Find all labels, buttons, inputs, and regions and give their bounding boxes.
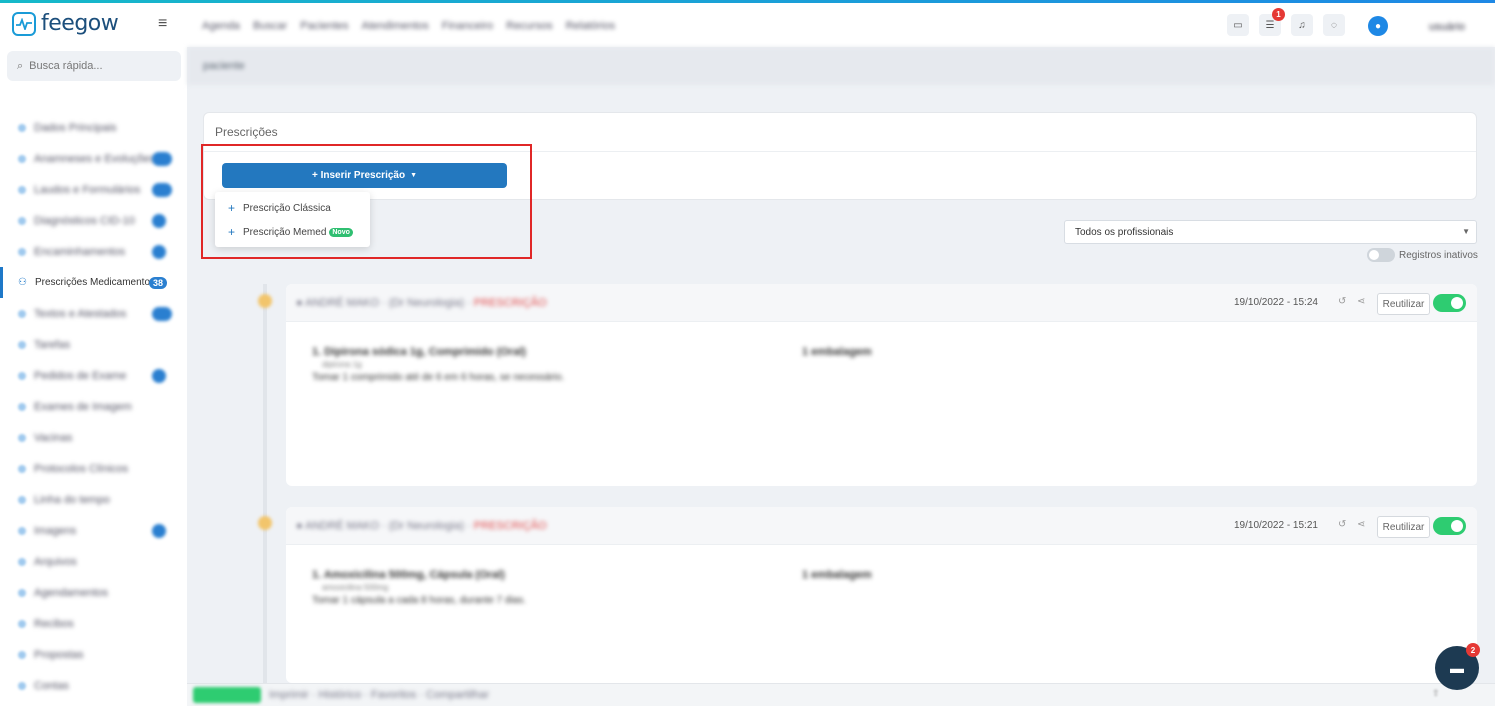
toggle-switch[interactable] [1367,248,1395,262]
hamburger-menu-icon[interactable]: ≡ [158,15,167,33]
sidebar-item[interactable]: Dados Principais [0,112,187,143]
inbox-icon[interactable]: ▭ [1227,14,1249,36]
professional-filter-select[interactable]: Todos os profissionais ▼ [1064,220,1477,244]
sidebar-item[interactable]: Linha do tempo [0,484,187,515]
patient-name[interactable]: paciente [203,60,245,72]
bell-icon[interactable]: ♫ [1291,14,1313,36]
scroll-top-icon[interactable]: ⇧ [1432,688,1440,699]
timeline-marker [258,516,272,530]
record-date: 19/10/2022 - 15:21 [1234,520,1318,531]
highlight-box [201,144,532,259]
share-icon[interactable]: ⋖ [1357,519,1365,530]
nav-item[interactable]: Agenda [202,20,240,32]
sidebar-item[interactable]: Arquivos [0,546,187,577]
pills-icon: ⚇ [18,277,27,288]
chat-unread-badge: 2 [1466,643,1480,657]
chat-bubble-icon: ▬ [1450,660,1464,676]
timeline-line [263,284,267,694]
sidebar-item[interactable]: Protocolos Clínicos [0,453,187,484]
sidebar-item[interactable]: Recibos [0,608,187,639]
card-meta: ● ANDRÉ MAKO · (Dr Neurologia) · PRESCRI… [296,520,547,532]
pulse-logo-icon [12,11,36,36]
tasks-icon[interactable]: ☰ 1 [1259,8,1285,36]
logo-text: feegow [41,11,119,36]
nav-item[interactable]: Financeiro [442,20,493,32]
card-header: ● ANDRÉ MAKO · (Dr Neurologia) · PRESCRI… [286,284,1477,322]
record-date: 19/10/2022 - 15:24 [1234,297,1318,308]
nav-item[interactable]: Atendimentos [362,20,429,32]
card-body: 1. Dipirona sódica 1g, Comprimido (Oral)… [312,346,872,383]
search-icon: ⌕ [17,59,24,72]
user-name[interactable]: usuário [1429,21,1465,33]
active-toggle[interactable] [1433,517,1466,535]
bottom-link[interactable]: Imprimir · Histórico · Favoritos · Compa… [269,689,489,701]
reuse-button[interactable]: Reutilizar [1377,293,1430,315]
nav-item[interactable]: Recursos [506,20,552,32]
sidebar-item[interactable]: Pedidos de Exame [0,360,187,391]
caret-down-icon: ▼ [1462,227,1470,236]
nav-item[interactable]: Buscar [253,20,287,32]
sidebar-item-label: Prescrições Medicamentosas [34,277,163,288]
chat-icon[interactable]: ◌ [1323,14,1345,36]
sidebar-item[interactable]: Agendamentos [0,577,187,608]
prescription-card: ● ANDRÉ MAKO · (Dr Neurologia) · PRESCRI… [286,284,1477,486]
sidebar-item[interactable]: Tarefas [0,329,187,360]
active-toggle[interactable] [1433,294,1466,312]
sidebar-item[interactable]: Exames de Imagem [0,391,187,422]
inactive-records-toggle[interactable]: Registros inativos [1367,248,1478,262]
history-icon[interactable]: ↺ [1338,296,1346,307]
quick-search-input[interactable]: ⌕ Busca rápida... [7,51,181,81]
nav-item[interactable]: Pacientes [300,20,348,32]
share-icon[interactable]: ⋖ [1357,296,1365,307]
sidebar-item[interactable]: Anamneses e Evoluções [0,143,187,174]
chat-widget-button[interactable]: ▬ 2 [1435,643,1480,690]
toggle-label: Registros inativos [1399,249,1478,261]
timeline-marker [258,294,272,308]
sidebar-item[interactable]: Encaminhamentos [0,236,187,267]
sidebar-item[interactable]: Laudos e Formulários [0,174,187,205]
panel-title: Prescrições [215,125,278,139]
sidebar-item[interactable]: Imagens [0,515,187,546]
telemedicine-button[interactable] [193,687,261,703]
search-placeholder: Busca rápida... [29,60,103,72]
notification-badge: 1 [1272,8,1285,21]
sidebar: ⌕ Busca rápida... Dados Principais Anamn… [0,47,187,706]
sidebar-item[interactable]: Textos e Atestados [0,298,187,329]
prescription-card: ● ANDRÉ MAKO · (Dr Neurologia) · PRESCRI… [286,507,1477,683]
top-icons: ▭ ☰ 1 ♫ ◌ [1227,8,1345,36]
sidebar-item[interactable]: Propostas [0,639,187,670]
sidebar-item-prescricoes[interactable]: ⚇ Prescrições Medicamentosas 38 [0,267,187,298]
sidebar-item[interactable]: Vacinas [0,422,187,453]
card-body: 1. Amoxicilina 500mg, Cápsula (Oral) 1 e… [312,569,872,606]
count-badge: 38 [148,276,167,289]
select-value: Todos os profissionais [1075,226,1174,238]
top-navigation: Agenda Buscar Pacientes Atendimentos Fin… [202,20,615,32]
reuse-button[interactable]: Reutilizar [1377,516,1430,538]
user-avatar-icon[interactable]: ● [1368,16,1388,36]
breadcrumb: paciente [187,47,1495,85]
card-meta: ● ANDRÉ MAKO · (Dr Neurologia) · PRESCRI… [296,297,547,309]
nav-item[interactable]: Relatórios [566,20,616,32]
card-header: ● ANDRÉ MAKO · (Dr Neurologia) · PRESCRI… [286,507,1477,545]
bottom-bar: Imprimir · Histórico · Favoritos · Compa… [187,683,1495,706]
sidebar-item[interactable]: Contas [0,670,187,701]
sidebar-item[interactable]: Diagnósticos CID-10 [0,205,187,236]
history-icon[interactable]: ↺ [1338,519,1346,530]
app-logo[interactable]: feegow [12,11,119,36]
top-bar: feegow ≡ Agenda Buscar Pacientes Atendim… [0,3,1495,47]
